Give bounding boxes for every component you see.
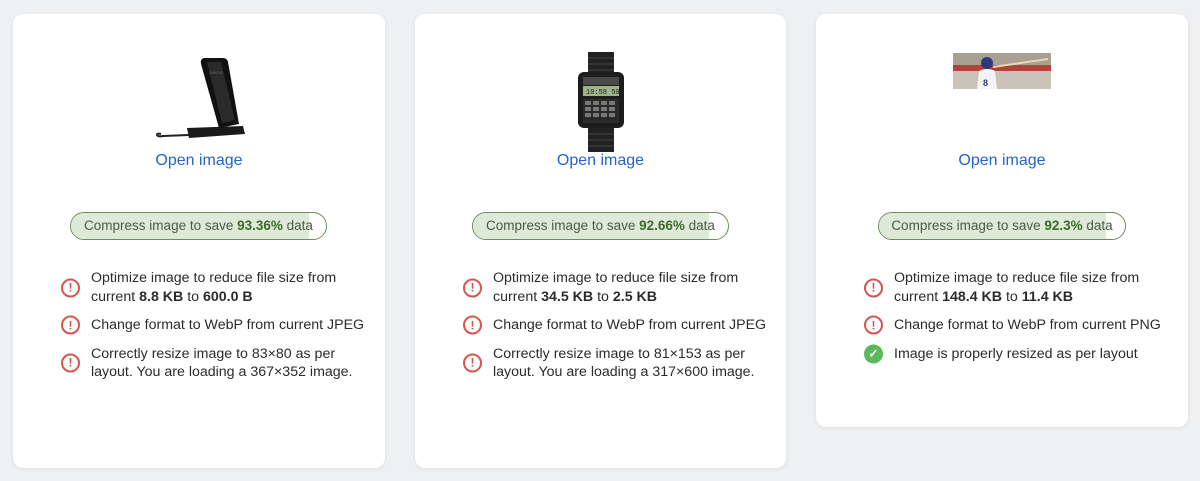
check-item-resize-ok: ✓ Image is properly resized as per layou… bbox=[864, 344, 1178, 364]
target-size: 600.0 B bbox=[202, 288, 253, 305]
check-text: to bbox=[1002, 288, 1022, 305]
baseball-player-image: 8 bbox=[953, 53, 1051, 89]
check-item-optimize-size: ! Optimize image to reduce file size fro… bbox=[463, 269, 776, 306]
image-card: 8 Open image Compress image to save 92.3… bbox=[816, 14, 1188, 427]
check-text: to bbox=[183, 288, 203, 305]
check-item-resize: ! Correctly resize image to 83×80 as per… bbox=[61, 345, 375, 382]
check-item-webp-format: ! Change format to WebP from current PNG bbox=[864, 315, 1178, 335]
open-image-link[interactable]: Open image bbox=[816, 152, 1188, 170]
target-size: 11.4 KB bbox=[1021, 288, 1074, 305]
check-text: Correctly resize image to 81×153 as per … bbox=[493, 345, 755, 381]
open-image-link[interactable]: Open image bbox=[415, 152, 786, 170]
check-text: Change format to WebP from current JPEG bbox=[91, 317, 365, 333]
compression-savings-badge: Compress image to save 92.3% data bbox=[878, 212, 1126, 240]
product-thumbnail: 8 bbox=[816, 53, 1188, 89]
current-size: 148.4 KB bbox=[942, 288, 1003, 305]
target-size: 2.5 KB bbox=[612, 288, 658, 305]
product-thumbnail: 10:58 50 bbox=[415, 52, 786, 152]
check-text: Image is properly resized as per layout bbox=[894, 345, 1138, 362]
savings-percent: 92.3% bbox=[1044, 218, 1083, 233]
svg-text:ANKER: ANKER bbox=[209, 70, 223, 75]
svg-text:10:58 50: 10:58 50 bbox=[586, 89, 620, 97]
savings-text: Compress image to save 93.36% data bbox=[84, 218, 313, 233]
savings-suffix: data bbox=[1082, 218, 1113, 233]
compression-savings-badge: Compress image to save 93.36% data bbox=[70, 212, 327, 240]
savings-percent: 93.36% bbox=[237, 218, 283, 233]
check-text: Change format to WebP from current JPEG bbox=[493, 317, 767, 333]
savings-suffix: data bbox=[684, 218, 715, 233]
check-item-optimize-size: ! Optimize image to reduce file size fro… bbox=[864, 269, 1178, 306]
check-item-resize: ! Correctly resize image to 81×153 as pe… bbox=[463, 345, 776, 382]
check-item-optimize-size: ! Optimize image to reduce file size fro… bbox=[61, 269, 375, 306]
exclamation-circle-icon: ! bbox=[463, 353, 482, 373]
image-card: ANKER Open image Compress image to save … bbox=[13, 14, 385, 468]
exclamation-circle-icon: ! bbox=[463, 315, 482, 335]
check-text: Change format to WebP from current PNG bbox=[894, 317, 1161, 333]
audit-checklist: ! Optimize image to reduce file size fro… bbox=[864, 269, 1178, 373]
calculator-watch-image: 10:58 50 bbox=[577, 52, 624, 152]
current-size: 34.5 KB bbox=[541, 288, 594, 305]
savings-text: Compress image to save 92.3% data bbox=[891, 218, 1112, 233]
exclamation-circle-icon: ! bbox=[864, 315, 883, 335]
wireless-charger-image: ANKER bbox=[155, 58, 245, 138]
audit-checklist: ! Optimize image to reduce file size fro… bbox=[463, 269, 776, 392]
current-size: 8.8 KB bbox=[139, 288, 184, 305]
open-image-link[interactable]: Open image bbox=[13, 152, 385, 170]
svg-text:8: 8 bbox=[983, 78, 988, 88]
savings-prefix: Compress image to save bbox=[486, 218, 640, 233]
exclamation-circle-icon: ! bbox=[463, 278, 482, 297]
savings-percent: 92.66% bbox=[639, 218, 685, 233]
exclamation-circle-icon: ! bbox=[61, 278, 80, 297]
check-item-webp-format: ! Change format to WebP from current JPE… bbox=[61, 315, 375, 335]
check-text: Correctly resize image to 83×80 as per l… bbox=[91, 345, 353, 381]
check-item-webp-format: ! Change format to WebP from current JPE… bbox=[463, 315, 776, 335]
savings-suffix: data bbox=[282, 218, 313, 233]
savings-text: Compress image to save 92.66% data bbox=[486, 218, 715, 233]
audit-checklist: ! Optimize image to reduce file size fro… bbox=[61, 269, 375, 392]
check-circle-icon: ✓ bbox=[864, 344, 883, 364]
exclamation-circle-icon: ! bbox=[864, 278, 883, 297]
check-text: to bbox=[593, 288, 613, 305]
savings-prefix: Compress image to save bbox=[84, 218, 238, 233]
compression-savings-badge: Compress image to save 92.66% data bbox=[472, 212, 729, 240]
savings-prefix: Compress image to save bbox=[891, 218, 1045, 233]
exclamation-circle-icon: ! bbox=[61, 315, 80, 335]
exclamation-circle-icon: ! bbox=[61, 353, 80, 373]
image-card: 10:58 50 Open image Compress image to sa… bbox=[415, 14, 786, 468]
product-thumbnail: ANKER bbox=[13, 54, 385, 142]
